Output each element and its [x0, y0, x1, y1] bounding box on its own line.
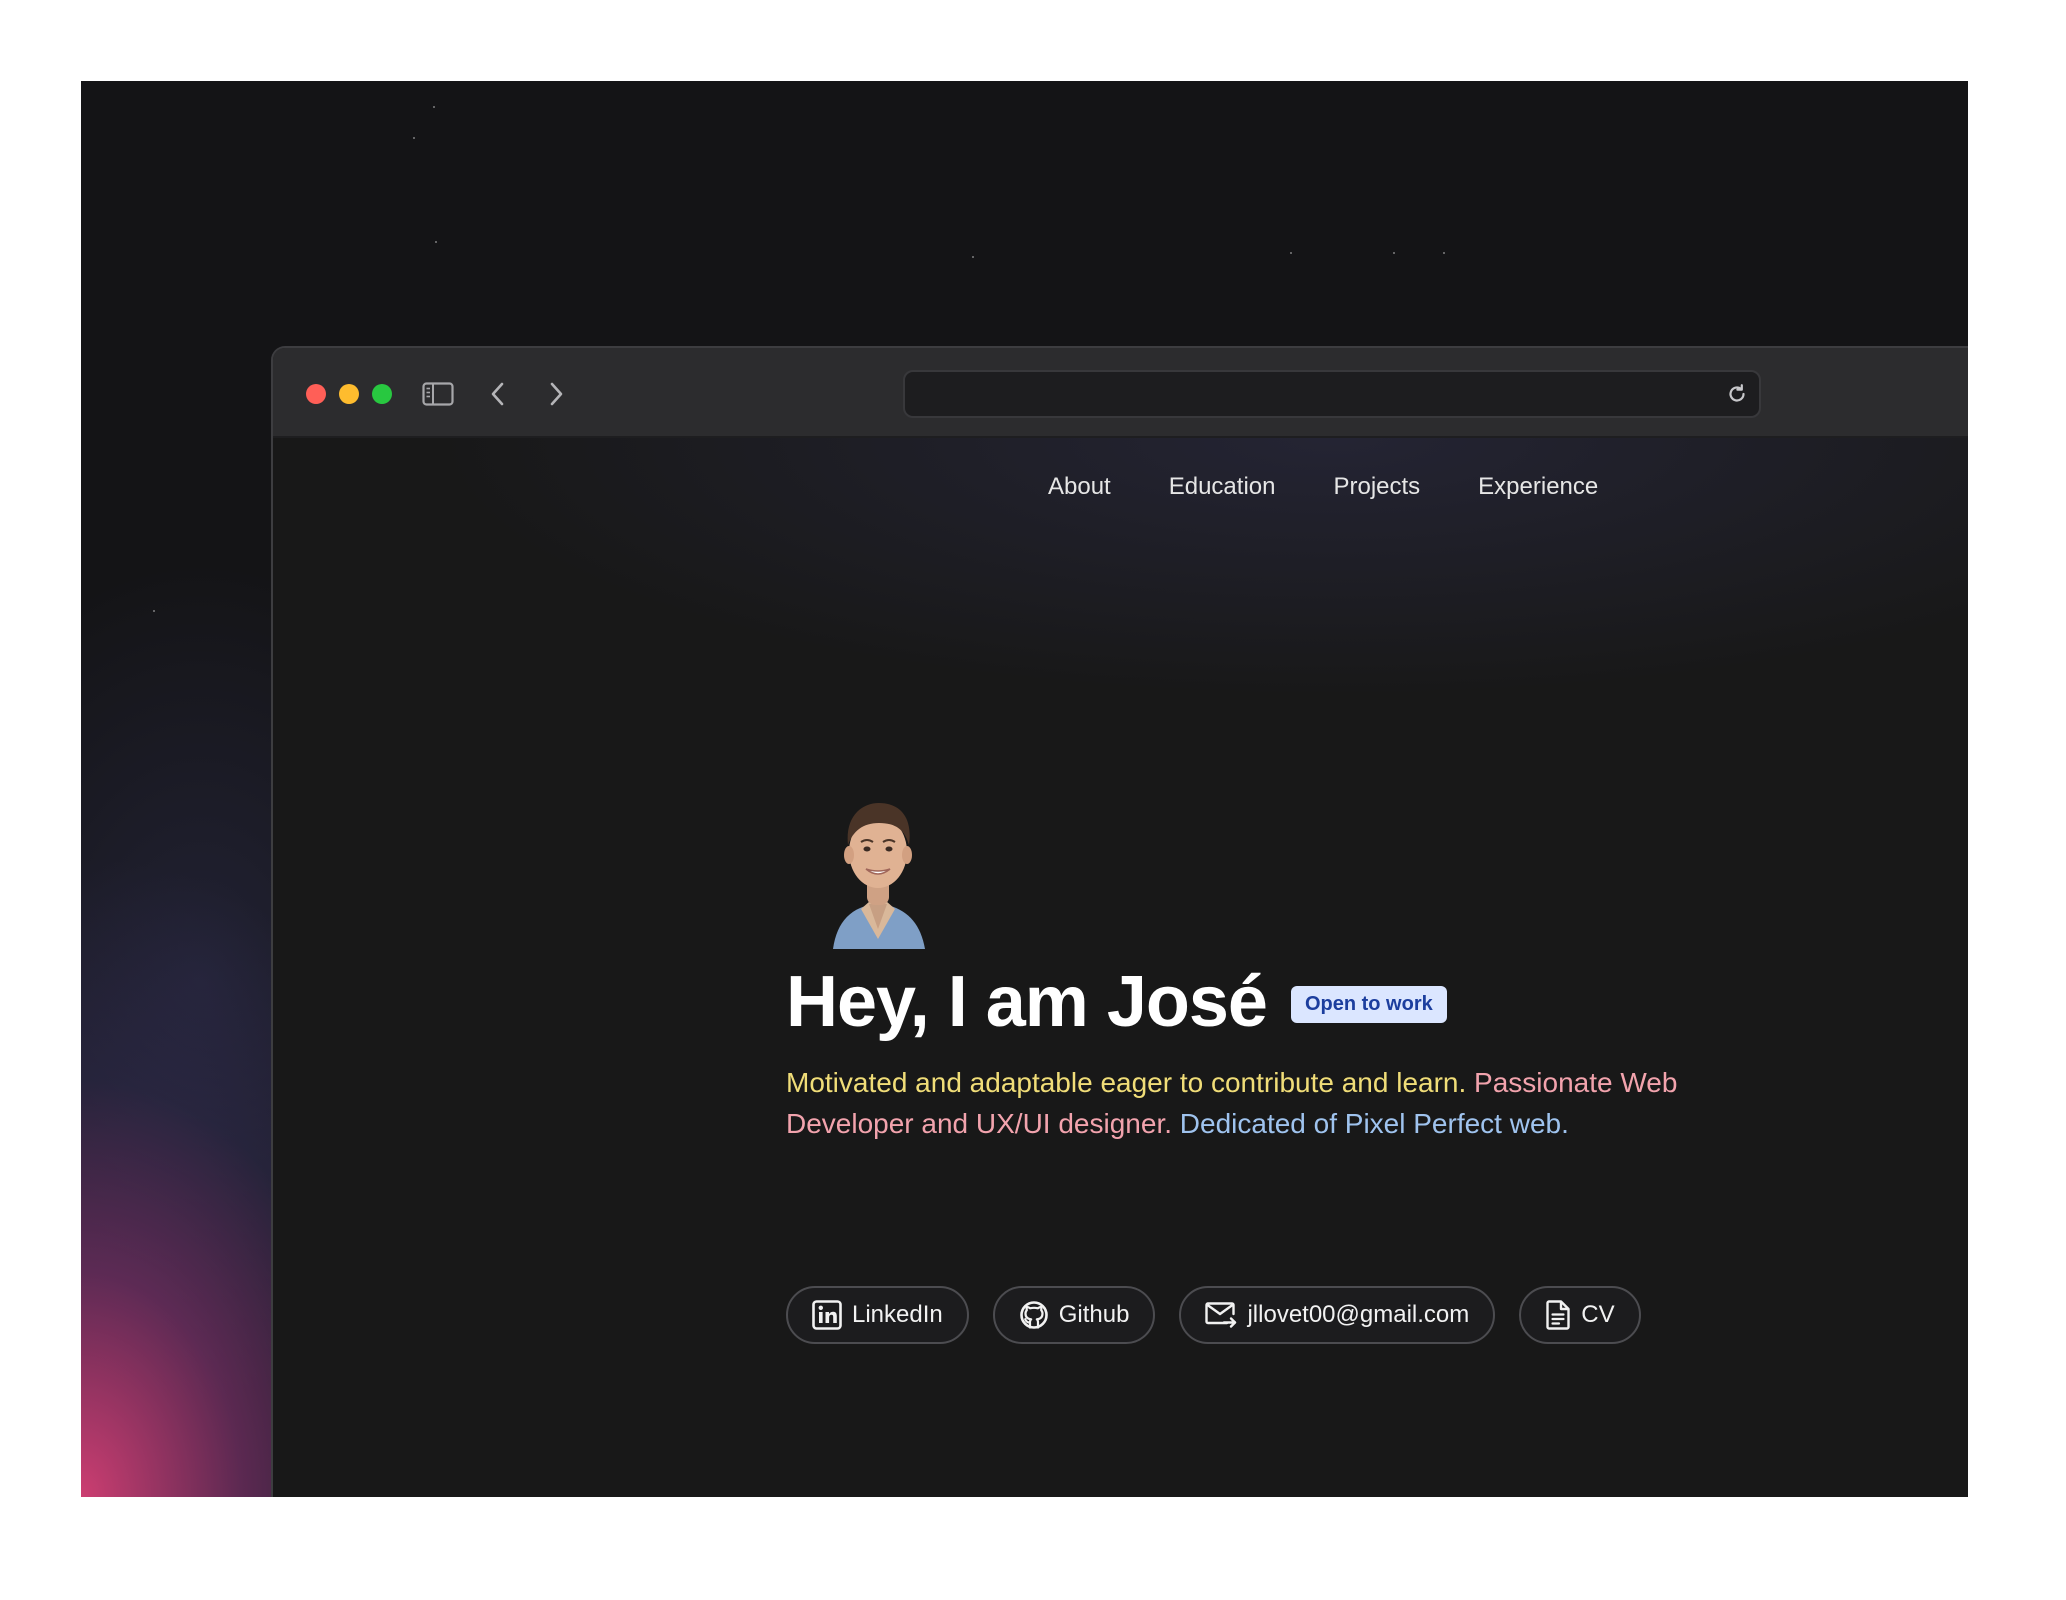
star-dot: [435, 241, 437, 243]
email-button[interactable]: jllovet00@gmail.com: [1179, 1286, 1496, 1344]
github-button[interactable]: Github: [992, 1286, 1156, 1344]
address-bar[interactable]: [903, 370, 1761, 418]
social-links: LinkedIn Github jllovet00@gmail.com CV: [786, 1286, 1641, 1344]
intro-text-motivated: Motivated and adaptable eager to contrib…: [786, 1067, 1467, 1098]
star-dot: [972, 256, 974, 258]
nav-about-link[interactable]: About: [1048, 473, 1111, 501]
linkedin-label: LinkedIn: [852, 1301, 943, 1328]
hero-headline: Hey, I am José Open to work: [786, 966, 1447, 1038]
mail-icon: [1205, 1301, 1237, 1329]
browser-window: About Education Projects Experience Hey,…: [271, 346, 1968, 1497]
browser-toolbar: [273, 348, 1968, 438]
reload-icon[interactable]: [1725, 382, 1749, 406]
close-window-button[interactable]: [306, 384, 326, 404]
forward-arrow-icon[interactable]: [539, 377, 573, 411]
hero-title: Hey, I am José: [786, 962, 1268, 1042]
nav-projects-link[interactable]: Projects: [1333, 473, 1420, 501]
open-to-work-badge: Open to work: [1290, 985, 1447, 1023]
star-dot: [413, 137, 415, 139]
minimize-window-button[interactable]: [339, 384, 359, 404]
profile-avatar: [821, 789, 936, 949]
star-dot: [433, 106, 435, 108]
top-nav: About Education Projects Experience: [1048, 473, 1598, 501]
back-arrow-icon[interactable]: [481, 377, 515, 411]
document-icon: [1545, 1300, 1571, 1330]
star-dot: [1290, 252, 1292, 254]
cv-button[interactable]: CV: [1519, 1286, 1641, 1344]
cv-label: CV: [1581, 1301, 1615, 1328]
star-dot: [153, 610, 155, 612]
intro-text-dedicated: Dedicated of Pixel Perfect web.: [1179, 1108, 1569, 1139]
star-dot: [1443, 252, 1445, 254]
webpage-content: About Education Projects Experience Hey,…: [273, 438, 1968, 1497]
desktop-background: About Education Projects Experience Hey,…: [81, 81, 1968, 1497]
hero-intro: Motivated and adaptable eager to contrib…: [786, 1062, 1796, 1144]
nav-education-link[interactable]: Education: [1169, 473, 1276, 501]
sidebar-toggle-icon[interactable]: [421, 377, 455, 411]
github-icon: [1019, 1300, 1049, 1330]
maximize-window-button[interactable]: [372, 384, 392, 404]
github-label: Github: [1058, 1301, 1130, 1328]
nav-experience-link[interactable]: Experience: [1478, 473, 1598, 501]
email-label: jllovet00@gmail.com: [1247, 1301, 1470, 1328]
star-dot: [1393, 252, 1395, 254]
linkedin-button[interactable]: LinkedIn: [786, 1286, 969, 1344]
linkedin-icon: [812, 1300, 842, 1330]
